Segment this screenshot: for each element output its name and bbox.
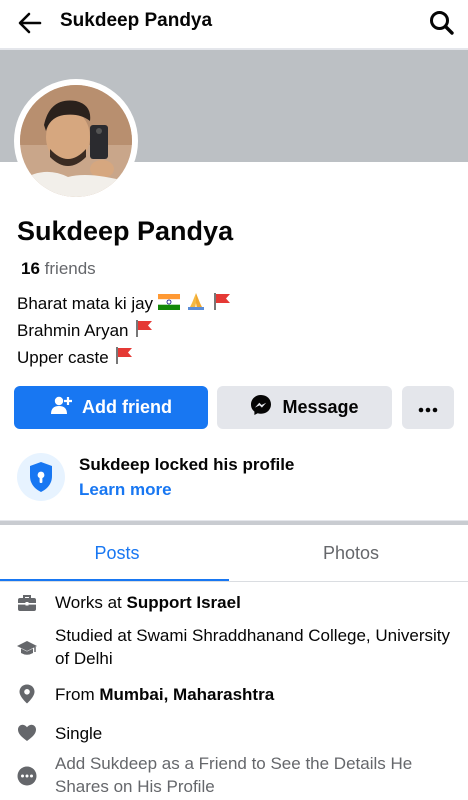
- profile-name: Sukdeep Pandya: [17, 216, 234, 246]
- graduation-cap-icon: [17, 638, 37, 658]
- top-bar: Sukdeep Pandya: [0, 0, 468, 46]
- folded-hands-icon: [185, 291, 207, 318]
- briefcase-icon: [17, 593, 37, 613]
- add-person-icon: [50, 395, 72, 420]
- message-button[interactable]: Message: [217, 386, 392, 429]
- more-dots-icon: [418, 397, 438, 418]
- bio-line: Bharat mata ki jay: [17, 291, 233, 318]
- avatar[interactable]: [20, 85, 132, 197]
- shield-lock-icon: [17, 453, 65, 501]
- heart-icon: [17, 723, 37, 743]
- search-icon[interactable]: [426, 7, 458, 39]
- bio-line: Brahmin Aryan: [17, 318, 233, 345]
- education-text: Studied at Swami Shraddhanand College, U…: [55, 626, 451, 668]
- friends-number: 16: [21, 259, 40, 278]
- work-place[interactable]: Support Israel: [126, 593, 240, 612]
- red-flag-icon: [133, 318, 155, 345]
- work-prefix: Works at: [55, 593, 127, 612]
- add-friend-label: Add friend: [82, 397, 172, 417]
- india-flag-icon: [157, 292, 180, 317]
- friends-count[interactable]: 16 friends: [21, 259, 96, 279]
- more-circle-icon: [17, 766, 37, 786]
- red-flag-icon: [211, 291, 233, 318]
- from-place[interactable]: Mumbai, Maharashtra: [99, 685, 274, 704]
- relationship-text: Single: [55, 724, 103, 743]
- bio: Bharat mata ki jay Brahmin Aryan Upper c…: [17, 291, 233, 372]
- red-flag-icon: [113, 345, 135, 372]
- page-title: Sukdeep Pandya: [60, 10, 213, 31]
- tabs-divider: [0, 581, 468, 582]
- friends-label: friends: [44, 259, 96, 278]
- message-label: Message: [282, 397, 359, 417]
- add-friend-button[interactable]: Add friend: [14, 386, 208, 429]
- bio-line: Upper caste: [17, 345, 233, 372]
- bio-line-text: Bharat mata ki jay: [17, 294, 154, 313]
- lock-notice-title: Sukdeep locked his profile: [79, 455, 295, 474]
- messenger-icon: [250, 394, 272, 421]
- location-pin-icon: [17, 684, 37, 704]
- back-arrow-icon[interactable]: [14, 7, 46, 39]
- from-prefix: From: [55, 685, 100, 704]
- bio-line-text: Brahmin Aryan: [17, 321, 129, 341]
- more-options-button[interactable]: [402, 386, 454, 429]
- tab-photos[interactable]: Photos: [234, 525, 468, 581]
- more-info-text: Add Sukdeep as a Friend to See the Detai…: [55, 754, 413, 796]
- learn-more-link[interactable]: Learn more: [79, 480, 172, 500]
- tab-posts[interactable]: Posts: [0, 525, 234, 581]
- bio-line-text: Upper caste: [17, 348, 109, 368]
